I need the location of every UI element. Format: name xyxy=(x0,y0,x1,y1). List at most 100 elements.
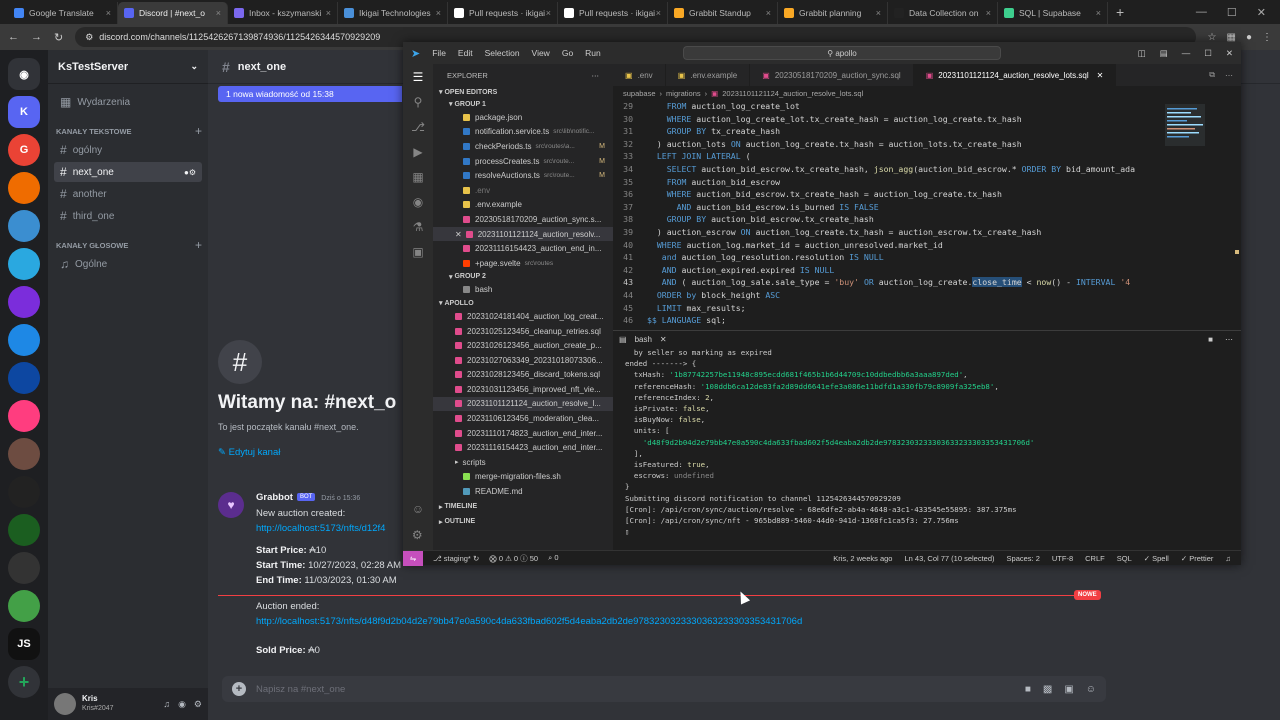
lock-icon[interactable]: ■ xyxy=(1208,335,1213,344)
server-icon[interactable] xyxy=(8,210,40,242)
layout-icon[interactable]: ◫ xyxy=(1138,48,1146,59)
menu-item[interactable]: Go xyxy=(562,48,573,58)
edit-channel-link[interactable]: ✎ Edytuj kanał xyxy=(218,447,280,458)
group-1[interactable]: ▾ GROUP 1 xyxy=(433,98,613,110)
file-row[interactable]: README.md xyxy=(433,484,613,499)
docker-icon[interactable]: ▣ xyxy=(412,245,423,259)
browser-tab[interactable]: Google Translate × xyxy=(8,2,118,24)
spell-status[interactable]: ✓ Spell xyxy=(1144,554,1169,563)
terminal-tab[interactable]: bash xyxy=(635,335,652,344)
browser-tab[interactable]: Pull requests · ikigai × xyxy=(448,2,558,24)
discord-home-icon[interactable]: ◉ xyxy=(8,58,40,90)
file-row[interactable]: 20231026123456_auction_create_p... xyxy=(433,338,613,353)
file-row[interactable]: bash xyxy=(433,283,613,298)
remote-icon[interactable]: ◉ xyxy=(413,195,423,209)
server-icon[interactable] xyxy=(8,476,40,508)
menu-item[interactable]: Run xyxy=(585,48,601,58)
channel-next-one[interactable]: # next_one ●⚙ xyxy=(54,162,202,182)
file-row[interactable]: processCreates.ts src\route... M xyxy=(433,154,613,169)
server-icon[interactable] xyxy=(8,248,40,280)
group-2[interactable]: ▾ GROUP 2 xyxy=(433,271,613,283)
voice-category[interactable]: KANAŁY GŁOSOWE + xyxy=(56,238,202,252)
ports-status[interactable]: ⌕ 0 xyxy=(548,553,558,563)
run-debug-icon[interactable]: ▶ xyxy=(413,145,422,159)
auction-link[interactable]: http://localhost:5173/nfts/d48f9d2b04d2e… xyxy=(256,616,802,627)
prettier-status[interactable]: ✓ Prettier xyxy=(1181,554,1214,563)
file-row[interactable]: 20231110174823_auction_end_inter... xyxy=(433,426,613,441)
menu-item[interactable]: Edit xyxy=(458,48,473,58)
maximize-icon[interactable]: ☐ xyxy=(1204,48,1212,59)
close-icon[interactable]: ✕ xyxy=(1257,6,1266,19)
mic-icon[interactable]: ♫ xyxy=(163,699,170,710)
file-row[interactable]: 20231101121124_auction_resolve_l... xyxy=(433,396,613,412)
code-editor[interactable]: 29 FROM auction_log_create_lot 30 WHERE … xyxy=(613,100,1161,330)
server-icon[interactable] xyxy=(8,362,40,394)
editor-tab[interactable]: ▣ .env xyxy=(613,64,666,86)
close-icon[interactable]: ✕ xyxy=(1097,71,1104,80)
close-tab-icon[interactable]: × xyxy=(326,8,331,18)
browser-tab[interactable]: Data Collection on × xyxy=(888,2,998,24)
server-k[interactable]: K xyxy=(8,96,40,128)
file-row[interactable]: 20231025123456_cleanup_retries.sql xyxy=(433,324,613,339)
close-icon[interactable]: ✕ xyxy=(660,335,667,344)
browser-tab[interactable]: SQL | Supabase × xyxy=(998,2,1108,24)
browser-tab[interactable]: Grabbit Standup × xyxy=(668,2,778,24)
events-item[interactable]: ▦ Wydarzenia xyxy=(54,92,202,112)
outline-section[interactable]: ▸ OUTLINE xyxy=(433,516,613,528)
author-name[interactable]: Grabbot xyxy=(256,492,293,503)
channel-ogolny[interactable]: # ogólny xyxy=(54,140,202,160)
remote-indicator[interactable]: ⇋ xyxy=(403,550,423,566)
add-channel-icon[interactable]: + xyxy=(195,238,202,252)
git-blame[interactable]: Kris, 2 weeks ago xyxy=(833,554,892,563)
breadcrumb-item[interactable]: 20231101121124_auction_resolve_lots.sql xyxy=(722,89,863,98)
avatar[interactable] xyxy=(54,693,76,715)
auction-link[interactable]: http://localhost:5173/nfts/d12f4 xyxy=(256,523,385,534)
file-row[interactable]: 20231106123456_moderation_clea... xyxy=(433,411,613,426)
menu-icon[interactable]: ⋮ xyxy=(1262,32,1272,43)
encoding[interactable]: UTF-8 xyxy=(1052,554,1073,563)
close-tab-icon[interactable]: × xyxy=(216,8,221,18)
problems-status[interactable]: ⨂ 0 ⚠ 0 ⓘ 50 xyxy=(489,553,538,564)
maximize-icon[interactable]: ☐ xyxy=(1227,6,1237,19)
channel-another[interactable]: # another xyxy=(54,184,202,204)
more-icon[interactable]: ⋯ xyxy=(1225,335,1233,344)
new-tab-icon[interactable]: + xyxy=(1108,4,1132,20)
message-input[interactable] xyxy=(256,683,1015,695)
server-icon[interactable] xyxy=(8,590,40,622)
browser-tab[interactable]: Pull requests · ikigai × xyxy=(558,2,668,24)
browser-tab[interactable]: Ikigai Technologies × xyxy=(338,2,448,24)
server-djs[interactable]: JS xyxy=(8,628,40,660)
cursor-position[interactable]: Ln 43, Col 77 (10 selected) xyxy=(904,554,994,563)
back-icon[interactable]: ← xyxy=(8,31,19,43)
sticker-icon[interactable]: ▣ xyxy=(1064,684,1073,695)
emoji-icon[interactable]: ☺ xyxy=(1086,684,1096,695)
line-ending[interactable]: CRLF xyxy=(1085,554,1105,563)
minimize-icon[interactable]: — xyxy=(1182,48,1191,59)
new-messages-banner[interactable]: 1 nowa wiadomość od 15:38 xyxy=(218,86,402,102)
server-g[interactable]: G xyxy=(8,134,40,166)
more-icon[interactable]: ⋯ xyxy=(592,71,600,80)
search-icon[interactable]: ⚲ xyxy=(414,95,423,109)
server-icon[interactable] xyxy=(8,172,40,204)
split-editor-icon[interactable]: ⧉ xyxy=(1209,70,1215,80)
close-tab-icon[interactable]: × xyxy=(546,8,551,18)
extension-icon[interactable]: ▦ xyxy=(1227,32,1236,43)
server-icon[interactable] xyxy=(8,400,40,432)
add-server-icon[interactable]: + xyxy=(8,666,40,698)
forward-icon[interactable]: → xyxy=(31,31,42,43)
text-category[interactable]: KANAŁY TEKSTOWE + xyxy=(56,124,202,138)
testing-icon[interactable]: ⚗ xyxy=(413,220,424,234)
file-row[interactable]: package.json xyxy=(433,110,613,125)
star-icon[interactable]: ☆ xyxy=(1208,32,1217,43)
voice-channel-ogolne[interactable]: ♫ Ogólne xyxy=(54,254,202,274)
file-row[interactable]: .env.example xyxy=(433,198,613,213)
extensions-icon[interactable]: ▦ xyxy=(412,170,423,184)
file-row[interactable]: 20231116154423_auction_end_inter... xyxy=(433,440,613,455)
close-tab-icon[interactable]: × xyxy=(656,8,661,18)
branch-status[interactable]: ⎇ staging* ↻ xyxy=(433,554,479,563)
close-tab-icon[interactable]: × xyxy=(106,8,111,18)
menu-item[interactable]: Selection xyxy=(485,48,520,58)
file-row[interactable]: notification.service.ts src\lib\notific..… xyxy=(433,125,613,140)
channel-third-one[interactable]: # third_one xyxy=(54,206,202,226)
bell-icon[interactable]: ♫ xyxy=(1225,554,1231,563)
